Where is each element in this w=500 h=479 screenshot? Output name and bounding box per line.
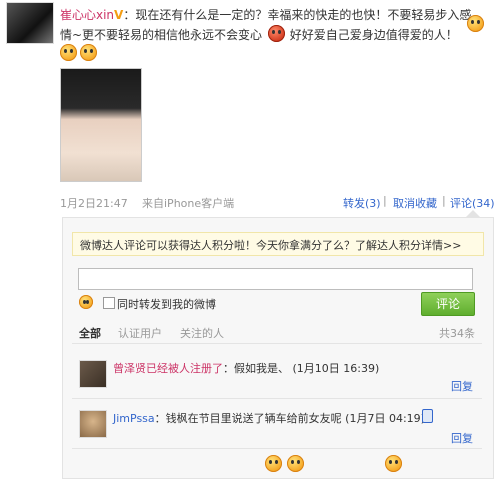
shy-emoji-icon: [60, 44, 77, 61]
separator: |: [442, 194, 446, 207]
submit-comment-button[interactable]: 评论: [421, 292, 475, 316]
post-text-line2a: 情~更不要轻易的相信他永远不会变心: [60, 28, 263, 42]
post-text-line2b: 好好爱自己爱身边值得爱的人！: [289, 28, 458, 42]
comment-link[interactable]: 评论(34): [450, 195, 495, 211]
repost-checkbox[interactable]: [103, 297, 115, 309]
commenter-avatar[interactable]: [79, 360, 107, 388]
divider: [72, 398, 482, 399]
shy-emoji-icon: [467, 15, 484, 32]
divider: [72, 343, 482, 344]
repost-checkbox-label: 同时转发到我的微博: [117, 298, 216, 311]
comment-text: ：假如我是、 (1月10日 16:39): [223, 362, 380, 375]
comment-text: ：钱枫在节目里说送了辆车给前女友呢 (1月7日 04:19): [154, 412, 425, 425]
post-source: 来自iPhone客户端: [142, 197, 235, 210]
reply-link[interactable]: 回复: [451, 378, 473, 394]
commenter-avatar[interactable]: [79, 410, 107, 438]
comment-item: 曾泽贤已经被人注册了：假如我是、 (1月10日 16:39): [113, 360, 379, 376]
comment-author[interactable]: JimPssa: [113, 412, 155, 425]
cancel-favorite-link[interactable]: 取消收藏: [393, 195, 437, 211]
reply-link[interactable]: 回复: [451, 430, 473, 446]
notice-text[interactable]: 微博达人评论可以获得达人积分啦！今天你拿满分了么？了解达人积分详情>>: [80, 237, 461, 253]
comment-total: 共34条: [439, 327, 475, 340]
emoticon-picker-icon[interactable]: [79, 295, 93, 309]
post-photo[interactable]: [60, 68, 142, 182]
comment-input[interactable]: [78, 268, 473, 290]
post-text-line1: ：现在还有什么是一定的？幸福来的快走的也快！不要轻易步入感: [123, 8, 472, 22]
shy-emoji-icon: [265, 455, 282, 472]
comment-author[interactable]: 曾泽贤已经被人注册了: [113, 362, 223, 375]
filter-verified[interactable]: 认证用户: [118, 325, 162, 341]
shy-emoji-icon: [80, 44, 97, 61]
notice-label: 微博达人评论可以获得达人积分啦！今天你拿满分了么？了解达人积分详情>>: [80, 239, 462, 252]
shy-emoji-icon: [385, 455, 402, 472]
angry-emoji-icon: [268, 25, 285, 42]
divider: [72, 448, 482, 449]
vip-icon: V: [114, 8, 124, 22]
filter-all[interactable]: 全部: [79, 325, 101, 341]
post-timestamp[interactable]: 1月2日21:47: [60, 195, 128, 211]
separator: |: [383, 194, 387, 207]
shy-emoji-icon: [287, 455, 304, 472]
mobile-icon: [422, 409, 433, 423]
comment-item: JimPssa：钱枫在节目里说送了辆车给前女友呢 (1月7日 04:19): [113, 410, 425, 426]
author-avatar[interactable]: [6, 2, 54, 44]
panel-arrow: [466, 210, 480, 217]
comments-panel: [62, 217, 494, 479]
post-username[interactable]: 崔心心xin: [60, 8, 114, 22]
repost-link[interactable]: 转发(3): [343, 195, 381, 211]
filter-following[interactable]: 关注的人: [180, 325, 224, 341]
